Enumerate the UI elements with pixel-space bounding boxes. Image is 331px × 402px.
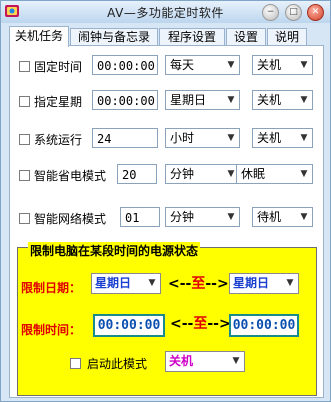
enable-mode-checkbox[interactable]: [70, 358, 81, 369]
system-runtime-input[interactable]: 24: [92, 128, 158, 148]
task-row-power-saving: 智能省电模式 20 分钟 ▼ 休眠 ▼: [10, 164, 323, 186]
fixed-time-action-select[interactable]: 关机 ▼: [252, 55, 313, 75]
task-row-system-runtime: 系统运行 24 小时 ▼ 关机 ▼: [10, 128, 323, 150]
enable-mode-label: 启动此模式: [87, 357, 148, 371]
chevron-down-icon: ▼: [300, 169, 308, 179]
restrict-date-from-select[interactable]: 星期日 ▼: [91, 273, 161, 294]
network-mode-unit-select[interactable]: 分钟 ▼: [165, 207, 240, 227]
chevron-down-icon: ▼: [300, 60, 308, 70]
task-row-network-mode: 智能网络模式 01 分钟 ▼ 待机 ▼: [10, 207, 323, 229]
weekday-value: 星期日: [170, 93, 207, 107]
restrict-mode-select[interactable]: 关机 ▼: [165, 351, 245, 372]
weekday-time-input[interactable]: 00:00:00: [92, 90, 158, 110]
task-row-fixed-time: 固定时间 00:00:00 每天 ▼ 关机 ▼: [10, 55, 323, 77]
task-row-weekday: 指定星期 00:00:00 星期日 ▼ 关机 ▼: [10, 90, 323, 112]
restrict-time-from-input[interactable]: 00:00:00: [93, 314, 165, 337]
tab-program-settings[interactable]: 程序设置: [159, 28, 225, 46]
network-mode-action-select[interactable]: 待机 ▼: [252, 207, 313, 227]
close-icon: ✕: [311, 7, 320, 17]
date-range-separator: <--至-->: [168, 273, 229, 293]
minimize-icon: −: [266, 7, 275, 17]
maximize-button[interactable]: □: [285, 4, 302, 21]
tab-alarm-memo[interactable]: 闹钟与备忘录: [70, 28, 158, 46]
restrict-date-label: 限制日期：: [21, 281, 82, 295]
power-saving-label: 智能省电模式: [34, 169, 107, 183]
system-runtime-unit-select[interactable]: 小时 ▼: [165, 128, 240, 148]
fixed-time-repeat-select[interactable]: 每天 ▼: [165, 55, 240, 75]
system-runtime-checkbox[interactable]: [19, 134, 30, 145]
tab-help[interactable]: 说明: [267, 28, 307, 46]
close-button[interactable]: ✕: [307, 4, 324, 21]
chevron-down-icon: ▼: [300, 212, 308, 222]
network-mode-action-value: 待机: [257, 210, 282, 224]
date-sep-right: -->: [205, 276, 229, 292]
title-bar[interactable]: AV—多功能定时软件 − □ ✕: [1, 1, 330, 23]
chevron-down-icon: ▼: [227, 60, 235, 70]
network-mode-input[interactable]: 01: [120, 207, 160, 227]
chevron-down-icon: ▼: [232, 356, 240, 366]
date-sep-mid: 至: [191, 276, 206, 292]
restrict-mode-value: 关机: [169, 354, 194, 368]
restrict-time-to-input[interactable]: 00:00:00: [229, 314, 299, 337]
time-range-separator: <--至-->: [170, 313, 231, 333]
system-runtime-action-value: 关机: [257, 131, 282, 145]
chevron-down-icon: ▼: [227, 133, 235, 143]
network-mode-unit-value: 分钟: [170, 210, 195, 224]
chevron-down-icon: ▼: [227, 212, 235, 222]
shutdown-task-panel: 固定时间 00:00:00 每天 ▼ 关机 ▼ 指定星期 00:00:00 星期…: [9, 45, 324, 398]
chevron-down-icon: ▼: [300, 95, 308, 105]
system-runtime-unit-value: 小时: [170, 131, 195, 145]
restrict-time-label: 限制时间：: [21, 323, 82, 337]
power-saving-action-select[interactable]: 休眠 ▼: [236, 164, 313, 184]
chevron-down-icon: ▼: [286, 278, 294, 288]
chevron-down-icon: ▼: [148, 278, 156, 288]
date-sep-left: <--: [168, 276, 192, 292]
weekday-label: 指定星期: [34, 95, 83, 109]
tab-settings[interactable]: 设置: [226, 28, 266, 46]
time-sep-left: <--: [170, 316, 194, 332]
restrict-date-to-select[interactable]: 星期日 ▼: [229, 273, 299, 294]
restrict-date-from-value: 星期日: [95, 276, 132, 290]
power-saving-action-value: 休眠: [241, 167, 266, 181]
restrict-date-to-value: 星期日: [233, 276, 270, 290]
tab-shutdown-tasks[interactable]: 关机任务: [9, 26, 69, 47]
weekday-action-select[interactable]: 关机 ▼: [252, 90, 313, 110]
system-runtime-label: 系统运行: [34, 133, 83, 147]
fixed-time-input[interactable]: 00:00:00: [92, 55, 158, 75]
window-title: AV—多功能定时软件: [107, 6, 224, 20]
power-saving-checkbox[interactable]: [19, 170, 30, 181]
time-sep-right: -->: [207, 316, 231, 332]
weekday-action-value: 关机: [257, 93, 282, 107]
chevron-down-icon: ▼: [300, 133, 308, 143]
restriction-group-title: 限制电脑在某段时间的电源状态: [28, 242, 201, 259]
weekday-select[interactable]: 星期日 ▼: [165, 90, 240, 110]
fixed-time-label: 固定时间: [34, 60, 83, 74]
power-saving-unit-select[interactable]: 分钟 ▼: [165, 164, 240, 184]
weekday-checkbox[interactable]: [19, 96, 30, 107]
chevron-down-icon: ▼: [227, 95, 235, 105]
maximize-icon: □: [289, 7, 298, 17]
fixed-time-repeat-value: 每天: [170, 58, 195, 72]
network-mode-checkbox[interactable]: [19, 213, 30, 224]
tab-bar: 关机任务 闹钟与备忘录 程序设置 设置 说明: [9, 26, 325, 47]
system-runtime-action-select[interactable]: 关机 ▼: [252, 128, 313, 148]
fixed-time-checkbox[interactable]: [19, 61, 30, 72]
minimize-button[interactable]: −: [262, 4, 279, 21]
power-saving-input[interactable]: 20: [117, 164, 157, 184]
network-mode-label: 智能网络模式: [34, 212, 107, 226]
time-sep-mid: 至: [193, 316, 208, 332]
app-window: AV—多功能定时软件 − □ ✕ 关机任务 闹钟与备忘录 程序设置 设置 说明 …: [0, 0, 331, 402]
fixed-time-action-value: 关机: [257, 58, 282, 72]
power-saving-unit-value: 分钟: [170, 167, 195, 181]
